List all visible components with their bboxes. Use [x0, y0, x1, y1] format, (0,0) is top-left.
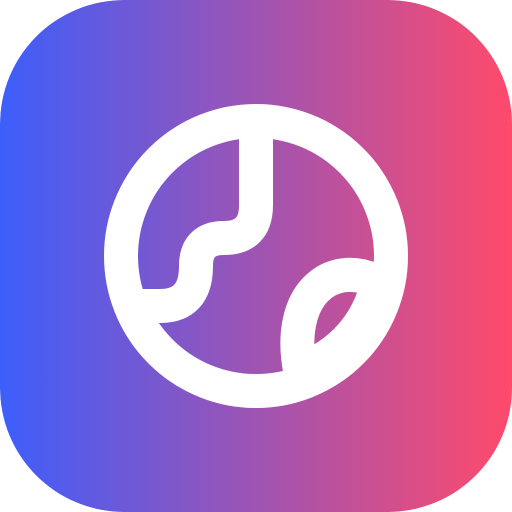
app-icon[interactable]: [0, 0, 512, 512]
icon-background: [0, 0, 512, 512]
globe-icon: [0, 0, 512, 512]
